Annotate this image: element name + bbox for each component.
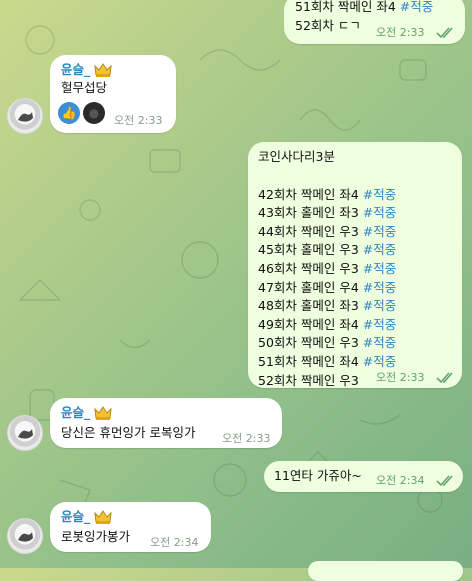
- avatar-figure-icon: [18, 429, 33, 439]
- hashtag-link[interactable]: #적중: [363, 187, 396, 202]
- message-time: 오전 2:34: [376, 474, 425, 487]
- message-line: 45회차 홀메인 우3 #적중: [258, 241, 396, 260]
- message-text: 11연타 가쥬아~: [274, 468, 362, 483]
- message-time: 오전 2:33: [376, 371, 425, 384]
- reactions-bar: 👍 ●: [58, 102, 105, 124]
- round-result-text: 44회차 짝메인 우3: [258, 223, 363, 239]
- outgoing-message[interactable]: 코인사다리3분 42회차 짝메인 좌4 #적중 43회차 홀메인 좌3 #적중 44…: [248, 142, 462, 388]
- hashtag-link[interactable]: #적중: [363, 261, 396, 276]
- read-double-check-icon: [436, 372, 453, 384]
- round-result-text: 47회차 홀메인 우4: [258, 279, 363, 295]
- message-line: 44회차 짝메인 우3 #적중: [258, 223, 396, 242]
- outgoing-message-partial[interactable]: [308, 561, 463, 581]
- crown-emoji-icon: [94, 63, 112, 78]
- thumbs-up-reaction-icon[interactable]: 👍: [58, 102, 80, 124]
- message-time: 오전 2:34: [150, 536, 199, 549]
- round-result-text: 52회차 짝메인 우3: [258, 372, 359, 388]
- message-list: 42회차 짝메인 좌4 #적중 43회차 홀메인 좌3 #적중 44회차 짝메인 우…: [258, 186, 396, 391]
- outgoing-message[interactable]: 11연타 가쥬아~ 오전 2:34: [264, 461, 463, 492]
- message-line: 47회차 홀메인 우4 #적중: [258, 279, 396, 298]
- hashtag-link[interactable]: #적중: [363, 335, 396, 350]
- message-text: 당신은 휴먼잉가 로복잉가: [61, 425, 196, 440]
- message-text: 헐무섭당: [61, 80, 108, 95]
- hashtag-link[interactable]: #적중: [400, 0, 433, 14]
- hashtag-link[interactable]: #적중: [363, 354, 396, 369]
- avatar[interactable]: [7, 98, 43, 134]
- hashtag-link[interactable]: #적중: [363, 280, 396, 295]
- message-title: 코인사다리3분: [258, 149, 335, 164]
- round-result-text: 46회차 짝메인 우3: [258, 260, 363, 276]
- message-line: 43회차 홀메인 좌3 #적중: [258, 204, 396, 223]
- round-result-text: 50회차 짝메인 우3: [258, 335, 363, 351]
- sender-name[interactable]: 윤슬_: [61, 508, 112, 527]
- message-line: 49회차 짝메인 좌4 #적중: [258, 316, 396, 335]
- sticker-reaction-icon[interactable]: ●: [83, 102, 105, 124]
- round-result-text: 45회차 홀메인 우3: [258, 242, 363, 258]
- message-time: 오전 2:33: [114, 114, 163, 127]
- incoming-message[interactable]: 윤슬_ 헐무섭당 👍 ● 오전 2:33: [50, 55, 176, 133]
- incoming-message[interactable]: 윤슬_ 당신은 휴먼잉가 로복잉가 오전 2:33: [50, 398, 282, 448]
- avatar[interactable]: [7, 415, 43, 451]
- message-time: 오전 2:33: [376, 26, 425, 39]
- hashtag-link[interactable]: #적중: [363, 242, 396, 257]
- outgoing-message[interactable]: 51회차 짝메인 좌4 #적중 52회차 ㄷㄱ 오전 2:33: [284, 0, 465, 44]
- sender-name[interactable]: 윤슬_: [61, 404, 112, 423]
- round-result-text: 51회차 짝메인 좌4: [258, 353, 363, 369]
- avatar-figure-icon: [18, 532, 33, 542]
- avatar[interactable]: [7, 518, 43, 554]
- hashtag-link[interactable]: #적중: [363, 298, 396, 313]
- message-line: 51회차 짝메인 좌4 #적중: [295, 0, 434, 14]
- hashtag-link[interactable]: #적중: [363, 317, 396, 332]
- round-result-text: 48회차 홀메인 좌3: [258, 298, 363, 314]
- read-double-check-icon: [436, 27, 453, 39]
- message-time: 오전 2:33: [222, 432, 271, 445]
- round-result-text: 49회차 짝메인 좌4: [258, 316, 363, 332]
- hashtag-link[interactable]: #적중: [363, 205, 396, 220]
- crown-emoji-icon: [94, 510, 112, 525]
- avatar-figure-icon: [18, 112, 33, 122]
- message-line: 42회차 짝메인 좌4 #적중: [258, 186, 396, 205]
- sender-name[interactable]: 윤슬_: [61, 61, 112, 80]
- message-line: 50회차 짝메인 우3 #적중: [258, 334, 396, 353]
- incoming-message[interactable]: 윤슬_ 로봇잉가봉가 오전 2:34: [50, 502, 211, 552]
- message-line: 48회차 홀메인 좌3 #적중: [258, 297, 396, 316]
- read-double-check-icon: [436, 475, 453, 487]
- hashtag-link[interactable]: #적중: [363, 224, 396, 239]
- round-result-text: 43회차 홀메인 좌3: [258, 205, 363, 221]
- message-line: 46회차 짝메인 우3 #적중: [258, 260, 396, 279]
- round-result-text: 42회차 짝메인 좌4: [258, 186, 363, 202]
- message-text: 로봇잉가봉가: [61, 529, 131, 544]
- crown-emoji-icon: [94, 406, 112, 421]
